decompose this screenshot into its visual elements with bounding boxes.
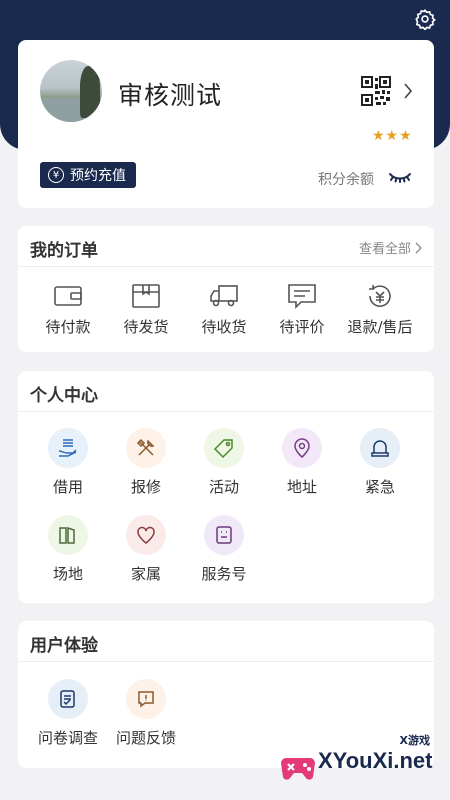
order-label: 待评价: [279, 318, 325, 336]
avatar[interactable]: [40, 60, 102, 122]
watermark: X游戏 XYouXi.net: [274, 730, 444, 792]
view-all-label: 查看全部: [358, 242, 411, 257]
personal-item-family[interactable]: 家属: [107, 515, 185, 584]
personal-item-label: 报修: [130, 478, 161, 496]
service-account-icon: [216, 526, 232, 544]
points-balance-label: 积分余额: [318, 172, 374, 188]
divider: [18, 266, 434, 267]
message-icon: [288, 284, 316, 309]
truck-icon: [210, 285, 238, 307]
location-pin-icon: [294, 438, 310, 458]
watermark-text: XYouXi.net: [318, 748, 433, 773]
venue-icon: [59, 526, 75, 544]
divider: [18, 661, 434, 662]
personal-item-label: 借用: [52, 478, 83, 496]
personal-item-label: 服务号: [201, 565, 247, 583]
experience-item-survey[interactable]: 问卷调查: [29, 679, 107, 748]
chevron-right-icon[interactable]: [402, 80, 414, 102]
order-label: 待付款: [45, 318, 91, 336]
personal-item-service-account[interactable]: 服务号: [185, 515, 263, 584]
order-label: 待发货: [123, 318, 169, 336]
personal-item-venue[interactable]: 场地: [29, 515, 107, 584]
tools-icon: [136, 438, 155, 456]
chevron-right-icon: [415, 242, 422, 253]
order-label: 待收货: [201, 318, 247, 336]
refund-icon: [369, 285, 391, 307]
profile-card: 审核测试 ★★★ ¥ 预约充值 积分余额: [18, 40, 434, 208]
heart-icon: [137, 526, 155, 544]
personal-item-label: 紧急: [364, 478, 395, 496]
personal-item-label: 活动: [208, 478, 239, 496]
eye-closed-icon[interactable]: [388, 170, 412, 184]
survey-icon: [60, 690, 75, 708]
orders-title: 我的订单: [30, 241, 98, 261]
order-pending-payment[interactable]: 待付款: [29, 282, 107, 337]
personal-item-activity[interactable]: 活动: [185, 428, 263, 497]
username: 审核测试: [118, 81, 223, 110]
order-pending-review[interactable]: 待评价: [263, 282, 341, 337]
personal-item-label: 地址: [286, 478, 317, 496]
gamepad-logo-icon: [281, 758, 315, 780]
experience-item-feedback[interactable]: 问题反馈: [107, 679, 185, 748]
recharge-label: 预约充值: [70, 168, 126, 184]
yen-icon: ¥: [48, 167, 64, 183]
order-pending-receipt[interactable]: 待收货: [185, 282, 263, 337]
gear-icon[interactable]: [414, 8, 436, 30]
experience-item-label: 问卷调查: [37, 729, 98, 747]
tag-icon: [213, 439, 233, 459]
hand-borrow-icon: [58, 439, 77, 457]
view-all-orders-link[interactable]: 查看全部: [359, 238, 422, 257]
watermark-small-text: X游戏: [399, 734, 430, 747]
orders-card: 我的订单 查看全部 待付款 待发货 待收货 待评价 退款/售后: [18, 226, 434, 352]
feedback-icon: [138, 691, 154, 708]
personal-center-card: 个人中心 借用 报修 活动 地址 紧急 场地 家属 服务号: [18, 371, 434, 603]
personal-item-label: 场地: [52, 565, 83, 583]
star-rating: ★★★: [372, 128, 413, 144]
experience-item-label: 问题反馈: [115, 729, 176, 747]
qr-code-icon[interactable]: [361, 76, 391, 106]
personal-item-borrow[interactable]: 借用: [29, 428, 107, 497]
recharge-button[interactable]: ¥ 预约充值: [40, 162, 136, 188]
personal-item-repair[interactable]: 报修: [107, 428, 185, 497]
alarm-bell-icon: [371, 440, 389, 457]
order-refund[interactable]: 退款/售后: [341, 282, 419, 337]
order-label: 退款/售后: [347, 318, 413, 336]
user-experience-title: 用户体验: [30, 636, 98, 656]
personal-item-emergency[interactable]: 紧急: [341, 428, 419, 497]
personal-item-label: 家属: [130, 565, 161, 583]
divider: [18, 411, 434, 412]
order-pending-shipment[interactable]: 待发货: [107, 282, 185, 337]
personal-center-title: 个人中心: [30, 386, 98, 406]
wallet-icon: [54, 286, 82, 306]
personal-item-address[interactable]: 地址: [263, 428, 341, 497]
box-icon: [132, 284, 160, 308]
